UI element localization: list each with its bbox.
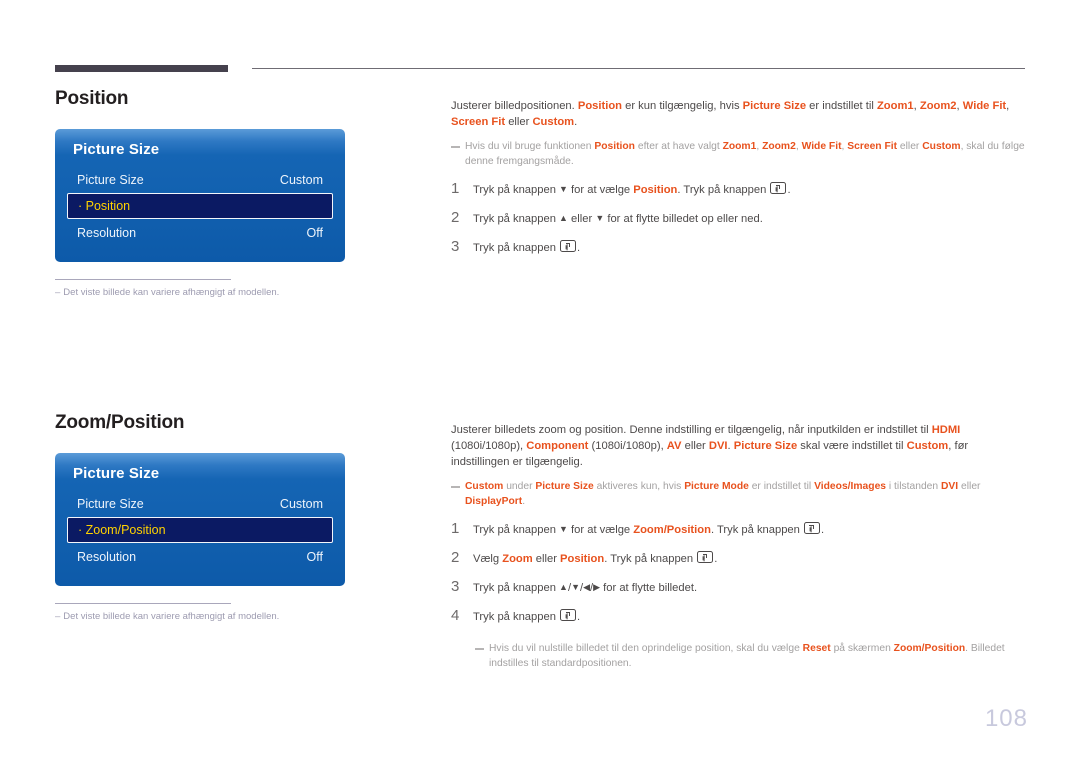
step-text: Tryk på knappen ▼ for at vælge Zoom/Posi… xyxy=(473,522,825,536)
section-position-right-column: Justerer billedpositionen. Position er k… xyxy=(451,98,1029,268)
step-item: 1 Tryk på knappen ▼ for at vælge Positio… xyxy=(451,181,1029,198)
step-number: 1 xyxy=(451,180,460,197)
osd-footnote-zoom-position: – Det viste billede kan variere afhængigt… xyxy=(55,603,279,622)
footnote-text: Det viste billede kan variere afhængigt … xyxy=(63,287,280,298)
step-text: Tryk på knappen ▲/▼/◀/▶ for at flytte bi… xyxy=(473,582,698,594)
osd-row-value: Off xyxy=(306,549,323,564)
osd-row-resolution[interactable]: Resolution Off xyxy=(67,543,333,570)
step-number: 2 xyxy=(451,209,460,226)
footnote-text: Det viste billede kan variere afhængigt … xyxy=(63,611,280,622)
osd-menu-picture-size-position: Picture Size Picture Size Custom Positio… xyxy=(55,129,345,262)
osd-row-value: Custom xyxy=(279,496,323,511)
step-text: Tryk på knappen . xyxy=(473,609,581,623)
section-zoom-position-left-column: Zoom/Position Picture Size Picture Size … xyxy=(55,412,385,622)
footnote-dash-icon: – xyxy=(55,611,61,622)
osd-row-resolution[interactable]: Resolution Off xyxy=(67,219,333,246)
step-item: 3 Tryk på knappen ▲/▼/◀/▶ for at flytte … xyxy=(451,579,1029,596)
step-number: 1 xyxy=(451,520,460,537)
page-number: 108 xyxy=(984,705,1028,732)
step-number: 4 xyxy=(451,607,460,624)
page-title-zoom-position: Zoom/Position xyxy=(55,412,185,433)
step-item: 1 Tryk på knappen ▼ for at vælge Zoom/Po… xyxy=(451,521,1029,538)
note-zoom-position: Custom under Picture Size aktiveres kun,… xyxy=(451,479,1029,509)
osd-row-label: Resolution xyxy=(77,549,137,564)
osd-row-label: Position xyxy=(78,199,130,213)
step-number: 2 xyxy=(451,549,460,566)
step-text: Vælg Zoom eller Position. Tryk på knappe… xyxy=(473,551,718,565)
header-rules xyxy=(55,65,1025,75)
osd-row-value: Custom xyxy=(279,172,323,187)
step-text: Tryk på knappen ▼ for at vælge Position.… xyxy=(473,182,791,196)
body-text-position: Justerer billedpositionen. Position er k… xyxy=(451,100,1010,128)
osd-row-label: Picture Size xyxy=(77,496,144,511)
osd-footnote-position: – Det viste billede kan variere afhængigt… xyxy=(55,279,279,298)
section-zoom-position-right-column: Justerer billedets zoom og position. Den… xyxy=(451,422,1029,671)
osd-menu-picture-size-zoom-position: Picture Size Picture Size Custom Zoom/Po… xyxy=(55,453,345,586)
osd-row-value: Off xyxy=(306,225,323,240)
osd-row-picture-size[interactable]: Picture Size Custom xyxy=(67,490,333,517)
step-number: 3 xyxy=(451,238,460,255)
footnote-dash-icon: – xyxy=(55,287,61,298)
step-item: 3 Tryk på knappen . xyxy=(451,239,1029,256)
osd-row-position[interactable]: Position xyxy=(67,193,333,219)
steps-position: 1 Tryk på knappen ▼ for at vælge Positio… xyxy=(451,181,1029,256)
osd-row-label: Zoom/Position xyxy=(78,523,166,537)
osd-row-label: Picture Size xyxy=(77,172,144,187)
page-title-position: Position xyxy=(55,88,129,109)
step-number: 3 xyxy=(451,578,460,595)
osd-row-zoom-position[interactable]: Zoom/Position xyxy=(67,517,333,543)
osd-row-label: Resolution xyxy=(77,225,137,240)
osd-row-picture-size[interactable]: Picture Size Custom xyxy=(67,166,333,193)
step-item: 2 Tryk på knappen ▲ eller ▼ for at flytt… xyxy=(451,210,1029,227)
step-text: Tryk på knappen ▲ eller ▼ for at flytte … xyxy=(473,213,763,225)
osd-title: Picture Size xyxy=(73,465,160,482)
step-item: 2 Vælg Zoom eller Position. Tryk på knap… xyxy=(451,550,1029,567)
note-reset-zoom-position: Hvis du vil nulstille billedet til den o… xyxy=(475,641,1029,671)
header-rule-thick xyxy=(55,65,228,72)
section-position-left-column: Position Picture Size Picture Size Custo… xyxy=(55,88,385,298)
steps-zoom-position: 1 Tryk på knappen ▼ for at vælge Zoom/Po… xyxy=(451,521,1029,625)
step-text: Tryk på knappen . xyxy=(473,240,581,254)
note-position: Hvis du vil bruge funktionen Position ef… xyxy=(451,139,1029,169)
step-item: 4 Tryk på knappen . xyxy=(451,608,1029,625)
body-text-zoom-position: Justerer billedets zoom og position. Den… xyxy=(451,424,969,468)
header-rule-thin xyxy=(252,68,1025,69)
osd-title: Picture Size xyxy=(73,141,160,158)
